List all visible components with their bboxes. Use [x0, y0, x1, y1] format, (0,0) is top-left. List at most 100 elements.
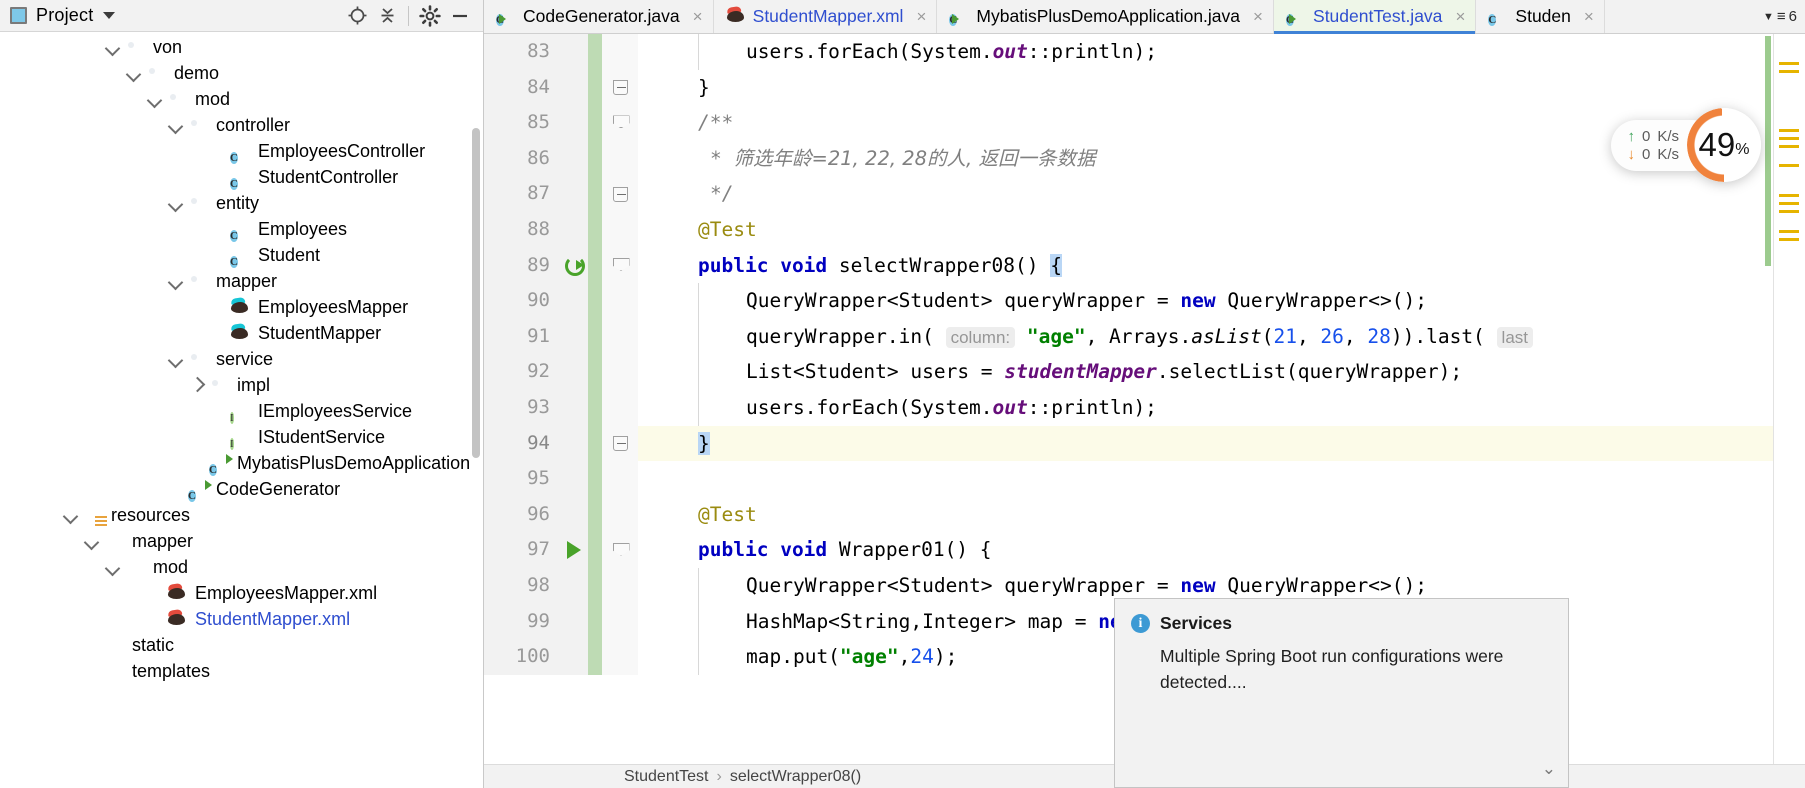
code-line-text[interactable]: QueryWrapper<Student> queryWrapper = new…: [638, 283, 1805, 319]
editor-tab[interactable]: StudentMapper.xml ×: [713, 0, 938, 33]
performance-widget[interactable]: ↑ 0 K/s ↓ 0 K/s 49 %: [1611, 108, 1761, 182]
marker-warning[interactable]: [1779, 137, 1799, 140]
services-notification-balloon[interactable]: i Services Multiple Spring Boot run conf…: [1114, 598, 1569, 788]
close-icon[interactable]: ×: [691, 7, 705, 27]
code-folding-gutter[interactable]: [602, 176, 638, 212]
code-folding-gutter[interactable]: [602, 567, 638, 604]
tree-node[interactable]: templates: [0, 658, 483, 684]
vcs-change-marker[interactable]: [588, 639, 602, 675]
code-folding-gutter[interactable]: [602, 425, 638, 462]
project-tree-scrollbar[interactable]: [472, 128, 480, 458]
chevron-right-icon[interactable]: [189, 377, 205, 393]
chevron-down-icon[interactable]: [126, 65, 142, 81]
code-folding-gutter[interactable]: [602, 140, 638, 177]
vcs-change-marker[interactable]: [588, 283, 602, 319]
tree-node[interactable]: mod: [0, 554, 483, 580]
code-line[interactable]: 97 public void Wrapper01() {: [484, 532, 1805, 568]
tree-node[interactable]: I IStudentService: [0, 424, 483, 450]
vcs-change-marker[interactable]: [588, 211, 602, 248]
vcs-change-marker[interactable]: [588, 389, 602, 426]
editor-tab[interactable]: C CodeGenerator.java ×: [484, 0, 714, 33]
code-line-text[interactable]: List<Student> users = studentMapper.sele…: [638, 354, 1805, 390]
fold-end-icon[interactable]: [612, 79, 628, 95]
breadcrumb-item-class[interactable]: StudentTest: [624, 768, 709, 786]
close-icon[interactable]: ×: [914, 7, 928, 27]
marker-warning[interactable]: [1779, 238, 1799, 241]
fold-collapse-icon[interactable]: [613, 258, 628, 273]
tree-node[interactable]: entity: [0, 190, 483, 216]
code-line-text[interactable]: [638, 461, 1805, 497]
vcs-change-marker[interactable]: [588, 603, 602, 640]
chevron-down-icon[interactable]: [105, 39, 121, 55]
minimize-icon[interactable]: [445, 3, 475, 29]
code-line[interactable]: 94}: [484, 425, 1805, 462]
vcs-change-marker[interactable]: [588, 461, 602, 497]
code-line[interactable]: 90 QueryWrapper<Student> queryWrapper = n…: [484, 283, 1805, 319]
code-line-text[interactable]: public void Wrapper01() {: [638, 532, 1805, 568]
tree-node[interactable]: I IEmployeesService: [0, 398, 483, 424]
code-folding-gutter[interactable]: [602, 105, 638, 141]
code-line[interactable]: 95: [484, 461, 1805, 497]
code-folding-gutter[interactable]: [602, 389, 638, 426]
code-folding-gutter[interactable]: [602, 496, 638, 533]
marker-warning[interactable]: [1779, 145, 1799, 148]
code-folding-gutter[interactable]: [602, 69, 638, 106]
fold-end-icon[interactable]: [612, 186, 628, 202]
code-folding-gutter[interactable]: [602, 532, 638, 568]
editor-vertical-scrollbar[interactable]: [1765, 36, 1771, 266]
code-folding-gutter[interactable]: [602, 461, 638, 497]
code-folding-gutter[interactable]: [602, 603, 638, 640]
vcs-change-marker[interactable]: [588, 425, 602, 462]
code-line[interactable]: 85/**: [484, 105, 1805, 141]
project-tree[interactable]: von demo mod controller C EmployeesController…: [0, 32, 483, 684]
tree-node[interactable]: mapper: [0, 528, 483, 554]
marker-warning[interactable]: [1779, 164, 1799, 167]
close-icon[interactable]: ×: [1251, 7, 1265, 27]
marker-warning[interactable]: [1779, 62, 1799, 65]
vcs-change-marker[interactable]: [588, 69, 602, 106]
code-folding-gutter[interactable]: [602, 639, 638, 675]
rerun-test-icon[interactable]: [564, 255, 585, 277]
code-line-text[interactable]: @Test: [638, 212, 1805, 248]
code-line[interactable]: 87 */: [484, 176, 1805, 212]
tree-node[interactable]: C CodeGenerator: [0, 476, 483, 502]
breadcrumb-item-method[interactable]: selectWrapper08(): [730, 768, 861, 786]
code-line[interactable]: 91 queryWrapper.in( column: "age", Arrays…: [484, 318, 1805, 355]
tree-node[interactable]: resources: [0, 502, 483, 528]
code-line[interactable]: 93 users.forEach(System.out::println);: [484, 389, 1805, 426]
code-line-text[interactable]: }: [638, 70, 1805, 106]
chevron-down-icon[interactable]: ⌄: [1542, 759, 1556, 779]
collapse-all-icon[interactable]: [372, 3, 402, 29]
chevron-down-icon[interactable]: [63, 507, 79, 523]
tree-node[interactable]: mod: [0, 86, 483, 112]
tree-node[interactable]: C MybatisPlusDemoApplication: [0, 450, 483, 476]
marker-warning[interactable]: [1779, 230, 1799, 233]
tab-overflow-menu[interactable]: ▼ ≡ 6: [1755, 0, 1805, 33]
code-line[interactable]: 86 * 筛选年龄=21, 22, 28的人, 返回一条数据: [484, 140, 1805, 177]
tree-node[interactable]: StudentMapper: [0, 320, 483, 346]
marker-warning[interactable]: [1779, 210, 1799, 213]
editor-tab[interactable]: C StudentTest.java ×: [1274, 0, 1477, 34]
code-line-text[interactable]: queryWrapper.in( column: "age", Arrays.a…: [638, 318, 1805, 355]
editor-marker-bar[interactable]: [1773, 34, 1805, 788]
marker-warning[interactable]: [1779, 70, 1799, 73]
code-folding-gutter[interactable]: [602, 211, 638, 248]
marker-warning[interactable]: [1779, 202, 1799, 205]
gear-icon[interactable]: [415, 3, 445, 29]
code-folding-gutter[interactable]: [602, 34, 638, 70]
chevron-down-icon[interactable]: [168, 195, 184, 211]
run-test-icon[interactable]: [567, 541, 581, 560]
code-line-text[interactable]: @Test: [638, 497, 1805, 533]
tree-node[interactable]: C Student: [0, 242, 483, 268]
code-line-text[interactable]: users.forEach(System.out::println);: [638, 389, 1805, 426]
vcs-change-marker[interactable]: [588, 567, 602, 604]
chevron-down-icon[interactable]: [168, 273, 184, 289]
chevron-down-icon[interactable]: [84, 533, 100, 549]
code-line[interactable]: 96 @Test: [484, 496, 1805, 533]
code-line-text[interactable]: public void selectWrapper08() {: [638, 248, 1805, 284]
code-folding-gutter[interactable]: [602, 283, 638, 319]
marker-warning[interactable]: [1779, 129, 1799, 132]
vcs-change-marker[interactable]: [588, 34, 602, 70]
fold-end-icon[interactable]: [612, 435, 628, 451]
tree-node[interactable]: C Employees: [0, 216, 483, 242]
